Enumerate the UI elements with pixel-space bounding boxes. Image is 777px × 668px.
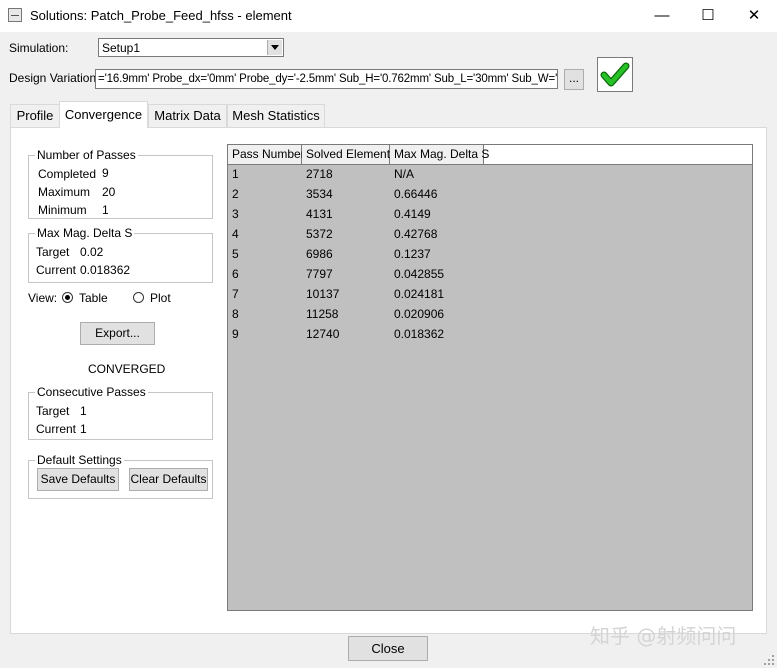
solved-elements-cell: 6986 — [306, 247, 333, 261]
column-header-max-mag-delta[interactable]: Max Mag. Delta S — [390, 145, 489, 164]
solved-elements-cell: 7797 — [306, 267, 333, 281]
simulation-label: Simulation: — [9, 41, 69, 55]
solved-elements-cell: 12740 — [306, 327, 340, 341]
converged-status-button[interactable] — [597, 57, 633, 92]
consecutive-current-value: 1 — [80, 422, 87, 436]
table-row[interactable]: 3 4131 0.4149 — [228, 204, 752, 224]
close-button[interactable]: Close — [348, 636, 428, 661]
table-row[interactable]: 9 12740 0.018362 — [228, 324, 752, 344]
table-row[interactable]: 6 7797 0.042855 — [228, 264, 752, 284]
solved-elements-cell: 2718 — [306, 167, 333, 181]
tab-mesh-statistics[interactable]: Mesh Statistics — [227, 104, 325, 127]
solved-elements-cell: 11258 — [306, 307, 339, 321]
checkmark-icon — [600, 62, 630, 87]
max-mag-delta-cell: N/A — [394, 167, 415, 181]
design-variation-value: ='16.9mm' Probe_dx='0mm' Probe_dy='-2.5m… — [98, 73, 558, 85]
max-mag-delta-cell: 0.024181 — [394, 287, 445, 301]
table-header: Pass Number Solved Elements Max Mag. Del… — [228, 145, 752, 165]
table-row[interactable]: 7 10137 0.024181 — [228, 284, 752, 304]
design-variation-field[interactable]: ='16.9mm' Probe_dx='0mm' Probe_dy='-2.5m… — [95, 69, 558, 89]
pass-number-cell: 3 — [232, 207, 239, 221]
chevron-down-icon[interactable] — [267, 40, 282, 55]
consecutive-current-label: Current — [36, 422, 77, 436]
delta-target-value: 0.02 — [80, 245, 104, 259]
pass-number-cell: 5 — [232, 247, 239, 261]
tab-matrix-data[interactable]: Matrix Data — [148, 104, 227, 127]
pass-number-cell: 7 — [232, 287, 239, 301]
default-settings-title: Default Settings — [35, 453, 124, 467]
consecutive-target-value: 1 — [80, 404, 87, 418]
max-mag-delta-title: Max Mag. Delta S — [35, 226, 135, 240]
clear-defaults-button[interactable]: Clear Defaults — [129, 468, 208, 491]
simulation-select-value: Setup1 — [102, 41, 141, 55]
pass-number-cell: 9 — [232, 327, 239, 341]
solved-elements-cell: 4131 — [306, 207, 333, 221]
max-mag-delta-cell: 0.018362 — [394, 327, 445, 341]
minimize-button[interactable]: — — [639, 0, 685, 32]
column-header-solved-elements[interactable]: Solved Elements — [302, 145, 396, 164]
view-table-label[interactable]: Table — [79, 291, 108, 305]
tab-convergence[interactable]: Convergence — [59, 101, 148, 128]
table-row[interactable]: 1 2718 N/A — [228, 164, 752, 184]
number-of-passes-title: Number of Passes — [35, 148, 138, 162]
table-row[interactable]: 5 6986 0.1237 — [228, 244, 752, 264]
minimum-label: Minimum — [38, 203, 87, 217]
pass-number-cell: 6 — [232, 267, 239, 281]
completed-label: Completed — [38, 167, 97, 181]
export-button[interactable]: Export... — [80, 322, 155, 345]
solved-elements-cell: 10137 — [306, 287, 340, 301]
table-row[interactable]: 4 5372 0.42768 — [228, 224, 752, 244]
max-mag-delta-cell: 0.020906 — [394, 307, 445, 321]
solved-elements-cell: 3534 — [306, 187, 333, 201]
consecutive-target-label: Target — [36, 404, 70, 418]
window-title: Solutions: Patch_Probe_Feed_hfss - eleme… — [30, 8, 292, 23]
max-mag-delta-cell: 0.4149 — [394, 207, 431, 221]
variation-browse-button[interactable]: ... — [564, 69, 584, 90]
convergence-table[interactable]: Pass Number Solved Elements Max Mag. Del… — [227, 144, 753, 611]
max-mag-delta-cell: 0.1237 — [394, 247, 431, 261]
delta-current-value: 0.018362 — [80, 263, 131, 277]
app-icon — [8, 8, 22, 22]
resize-grip-icon[interactable] — [763, 654, 775, 666]
table-row[interactable]: 2 3534 0.66446 — [228, 184, 752, 204]
close-window-button[interactable]: ✕ — [731, 0, 777, 32]
pass-number-cell: 8 — [232, 307, 239, 321]
max-mag-delta-cell: 0.042855 — [394, 267, 445, 281]
delta-target-label: Target — [36, 245, 70, 259]
view-plot-radio[interactable] — [133, 292, 144, 303]
watermark: 知乎 @射频问问 — [590, 624, 737, 648]
maximum-label: Maximum — [38, 185, 91, 199]
completed-value: 9 — [102, 166, 109, 180]
consecutive-passes-title: Consecutive Passes — [35, 385, 148, 399]
table-row[interactable]: 8 11258 0.020906 — [228, 304, 752, 324]
pass-number-cell: 2 — [232, 187, 239, 201]
convergence-status: CONVERGED — [88, 362, 166, 376]
view-label: View: — [28, 291, 58, 305]
view-plot-label[interactable]: Plot — [150, 291, 171, 305]
minimum-value: 1 — [102, 203, 109, 217]
maximize-button[interactable]: ☐ — [685, 0, 731, 32]
max-mag-delta-cell: 0.42768 — [394, 227, 438, 241]
maximum-value: 20 — [102, 185, 116, 199]
delta-current-label: Current — [36, 263, 77, 277]
pass-number-cell: 1 — [232, 167, 239, 181]
design-variation-label: Design Variation: — [9, 71, 100, 85]
solved-elements-cell: 5372 — [306, 227, 333, 241]
title-bar: Solutions: Patch_Probe_Feed_hfss - eleme… — [0, 0, 777, 32]
pass-number-cell: 4 — [232, 227, 239, 241]
save-defaults-button[interactable]: Save Defaults — [37, 468, 119, 491]
max-mag-delta-cell: 0.66446 — [394, 187, 438, 201]
tab-profile[interactable]: Profile — [10, 104, 60, 127]
column-header-pass-number[interactable]: Pass Number — [228, 145, 305, 164]
view-table-radio[interactable] — [62, 292, 73, 303]
simulation-select[interactable]: Setup1 — [98, 38, 284, 57]
